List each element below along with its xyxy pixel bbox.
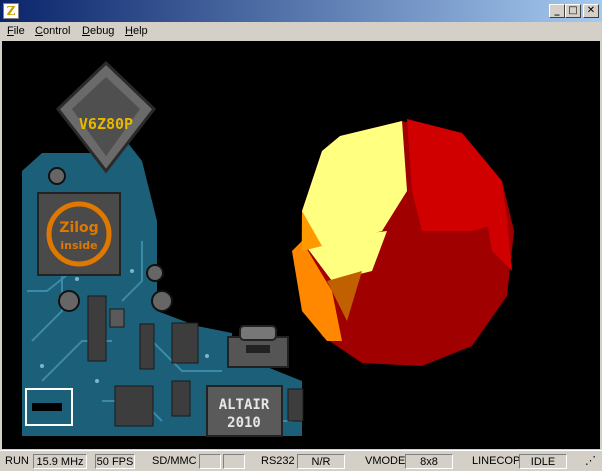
rs232-label: RS232 [261,455,295,467]
ball-graphic [292,119,514,366]
menu-bar: File Control Debug Help [0,22,602,41]
vmode-label: VMODE [365,455,406,467]
zilog-inside-text: inside [60,239,97,252]
connector-graphic [227,325,289,368]
small-chip [25,388,73,426]
menu-help[interactable]: Help [125,25,148,37]
zilog-logo-text: Zilog [59,220,98,236]
linecop-value: IDLE [519,454,567,469]
display-canvas: V6Z80P Zilog inside ALTAIR 2010 [22,60,514,437]
vmode-value: 8x8 [405,454,453,469]
sdmmc-value-2 [223,454,245,469]
linecop-label: LINECOP [472,455,521,467]
emulator-display[interactable]: V6Z80P Zilog inside ALTAIR 2010 [2,41,600,449]
close-button[interactable]: ✕ [583,4,599,18]
chip-label: V6Z80P [79,115,133,133]
fps-value: 50 FPS [95,454,135,469]
rs232-value: N/R [297,454,345,469]
maximize-button[interactable]: □ [565,4,581,18]
altair-label: ALTAIR [219,397,270,413]
zilog-chip: Zilog inside [37,192,121,276]
altair-year: 2010 [227,415,261,431]
menu-file[interactable]: File [7,25,25,37]
menu-debug[interactable]: Debug [82,25,114,37]
app-icon[interactable]: Z [3,3,19,19]
minimize-button[interactable]: _ [549,4,565,18]
status-bar: RUN 15.9 MHz 50 FPS SD/MMC RS232 N/R VMO… [0,450,602,471]
sdmmc-value-1 [199,454,221,469]
sdmmc-label: SD/MMC [152,455,197,467]
altair-chip: ALTAIR 2010 [206,385,283,437]
resize-grip-icon[interactable]: ⋰ [585,454,599,469]
run-label: RUN [5,455,29,467]
clock-speed: 15.9 MHz [33,454,87,469]
title-bar[interactable]: Z _ □ ✕ [0,0,602,22]
menu-control[interactable]: Control [35,25,70,37]
